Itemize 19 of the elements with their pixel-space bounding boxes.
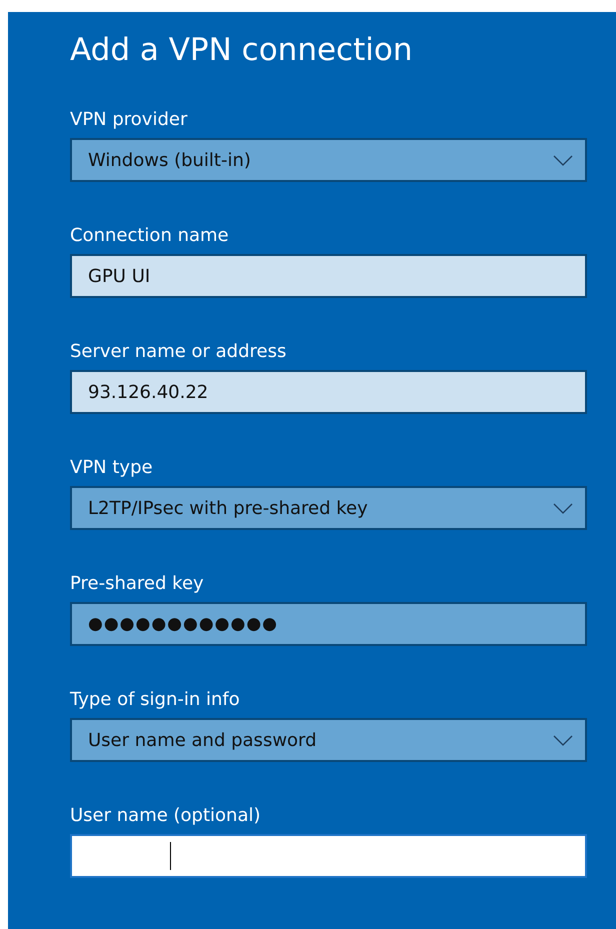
chevron-down-icon [553,502,573,514]
dropdown[interactable]: L2TP/IPsec with pre-shared key [70,486,587,530]
field-label: VPN provider [70,108,188,132]
field-label: Pre-shared key [70,572,205,596]
field-label: User name (optional) [70,804,262,828]
password-field[interactable]: ●●●●●●●●●●●● [70,602,587,646]
chevron-down-icon [553,734,573,746]
input-field[interactable]: 93.126.40.22 [70,370,587,414]
text-cursor [170,842,171,870]
field-label: VPN type [70,456,154,480]
field-label: Server name or address [70,340,288,364]
chevron-down-icon [553,154,573,166]
field-label: Connection name [70,224,230,248]
field-label: Type of sign-in info [70,688,241,712]
input-field[interactable] [70,834,587,878]
input-field[interactable]: GPU UI [70,254,587,298]
dialog-title: Add a VPN connection [70,31,414,70]
dropdown[interactable]: Windows (built-in) [70,138,587,182]
dropdown[interactable]: User name and password [70,718,587,762]
